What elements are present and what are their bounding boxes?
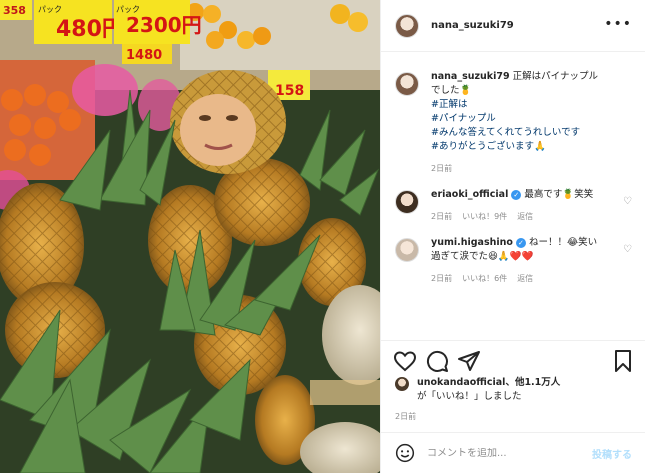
commenter-avatar[interactable] bbox=[395, 190, 419, 214]
hashtag-link[interactable]: #正解は bbox=[431, 98, 606, 112]
instagram-post-view: 358 480円 パック 2300円 パック 1480 158 nana_suz… bbox=[0, 0, 645, 473]
caption-avatar[interactable] bbox=[395, 72, 419, 96]
comment-likes-count[interactable]: いいね！9件 bbox=[462, 211, 507, 222]
comment-text-block: eriaoki_official ✓ 最高です🍍笑笑 bbox=[431, 188, 606, 202]
caption-timestamp[interactable]: 2日前 bbox=[431, 163, 452, 174]
action-bar bbox=[381, 340, 645, 380]
liker-avatar[interactable] bbox=[395, 377, 409, 391]
post-photo[interactable]: 358 480円 パック 2300円 パック 1480 158 bbox=[0, 0, 380, 473]
comment-item: yumi.higashino ✓ ねー！！😂笑い過ぎて涙でた😆🙏❤️❤️ 2日前… bbox=[381, 222, 645, 284]
likes-suffix: が「いいね！」しました bbox=[417, 391, 522, 402]
pineapple-face bbox=[170, 70, 286, 174]
price-tag-358: 358 bbox=[3, 4, 26, 17]
author-username[interactable]: nana_suzuki79 bbox=[431, 20, 514, 31]
comment-icon[interactable] bbox=[425, 349, 449, 373]
comment-like-heart-icon[interactable]: ♡ bbox=[623, 196, 632, 207]
hashtag-link[interactable]: #ありがとうございます🙏 bbox=[431, 140, 606, 154]
price-tag-1480: 1480 bbox=[126, 48, 162, 63]
comment-text: 最高です🍍笑笑 bbox=[524, 189, 594, 200]
comment-text-block: yumi.higashino ✓ ねー！！😂笑い過ぎて涙でた😆🙏❤️❤️ bbox=[431, 236, 606, 264]
verified-badge-icon: ✓ bbox=[515, 237, 526, 248]
more-options-icon[interactable]: ••• bbox=[604, 16, 632, 32]
heart-icon[interactable] bbox=[393, 349, 417, 373]
paper-plane-icon[interactable] bbox=[457, 349, 481, 373]
comment-timestamp[interactable]: 2日前 bbox=[431, 211, 452, 222]
comment-timestamp[interactable]: 2日前 bbox=[431, 273, 452, 284]
likes-text: unokandaofficial、他1.1万人 が「いいね！」しました bbox=[417, 376, 560, 404]
comment-item: eriaoki_official ✓ 最高です🍍笑笑 2日前 いいね！9件 返信… bbox=[381, 174, 645, 222]
emoji-smiley-icon[interactable] bbox=[395, 443, 415, 463]
caption-username[interactable]: nana_suzuki79 bbox=[431, 71, 510, 82]
comment-likes-count[interactable]: いいね！6件 bbox=[462, 273, 507, 284]
comment-meta: 2日前 いいね！6件 返信 bbox=[431, 273, 606, 284]
add-comment-bar: 投稿する bbox=[381, 432, 645, 473]
verified-badge-icon: ✓ bbox=[511, 189, 522, 200]
hashtag-link[interactable]: #パイナップル bbox=[431, 112, 606, 126]
price-tag-158: 158 bbox=[275, 83, 304, 99]
caption-meta: 2日前 bbox=[431, 163, 606, 174]
price-tag-480: 480円 bbox=[56, 17, 124, 42]
price-tag-2300: 2300円 bbox=[126, 13, 202, 37]
post-side-panel: nana_suzuki79 ••• nana_suzuki79 正解はパイナップ… bbox=[380, 0, 645, 473]
price-tag-pack-1: パック bbox=[38, 5, 62, 14]
liker-username[interactable]: unokandaofficial bbox=[417, 377, 505, 388]
likes-count[interactable]: 、他1.1万人 bbox=[505, 377, 560, 388]
reply-button[interactable]: 返信 bbox=[517, 211, 533, 222]
price-tag-pack-2: パック bbox=[116, 5, 140, 14]
comment-meta: 2日前 いいね！9件 返信 bbox=[431, 211, 606, 222]
comments-section: nana_suzuki79 正解はパイナップルでした🍍 #正解は #パイナップル… bbox=[381, 62, 645, 284]
post-comment-button[interactable]: 投稿する bbox=[592, 446, 632, 461]
comment-like-heart-icon[interactable]: ♡ bbox=[623, 244, 632, 255]
pineapple-photo-illustration: 358 480円 パック 2300円 パック 1480 158 bbox=[0, 0, 380, 473]
bookmark-icon[interactable] bbox=[611, 349, 635, 373]
hashtag-link[interactable]: #みんな答えてくれてうれしいです bbox=[431, 126, 606, 140]
commenter-username[interactable]: eriaoki_official bbox=[431, 189, 508, 200]
caption: nana_suzuki79 正解はパイナップルでした🍍 #正解は #パイナップル… bbox=[381, 62, 645, 174]
comment-input[interactable] bbox=[427, 447, 587, 459]
likes-summary: unokandaofficial、他1.1万人 が「いいね！」しました bbox=[395, 376, 560, 404]
commenter-avatar[interactable] bbox=[395, 238, 419, 262]
author-avatar[interactable] bbox=[395, 13, 419, 38]
reply-button[interactable]: 返信 bbox=[517, 273, 533, 284]
caption-text-block: nana_suzuki79 正解はパイナップルでした🍍 #正解は #パイナップル… bbox=[431, 70, 606, 154]
post-timestamp[interactable]: 2日前 bbox=[395, 411, 416, 422]
commenter-username[interactable]: yumi.higashino bbox=[431, 237, 513, 248]
post-header: nana_suzuki79 ••• bbox=[381, 0, 645, 52]
